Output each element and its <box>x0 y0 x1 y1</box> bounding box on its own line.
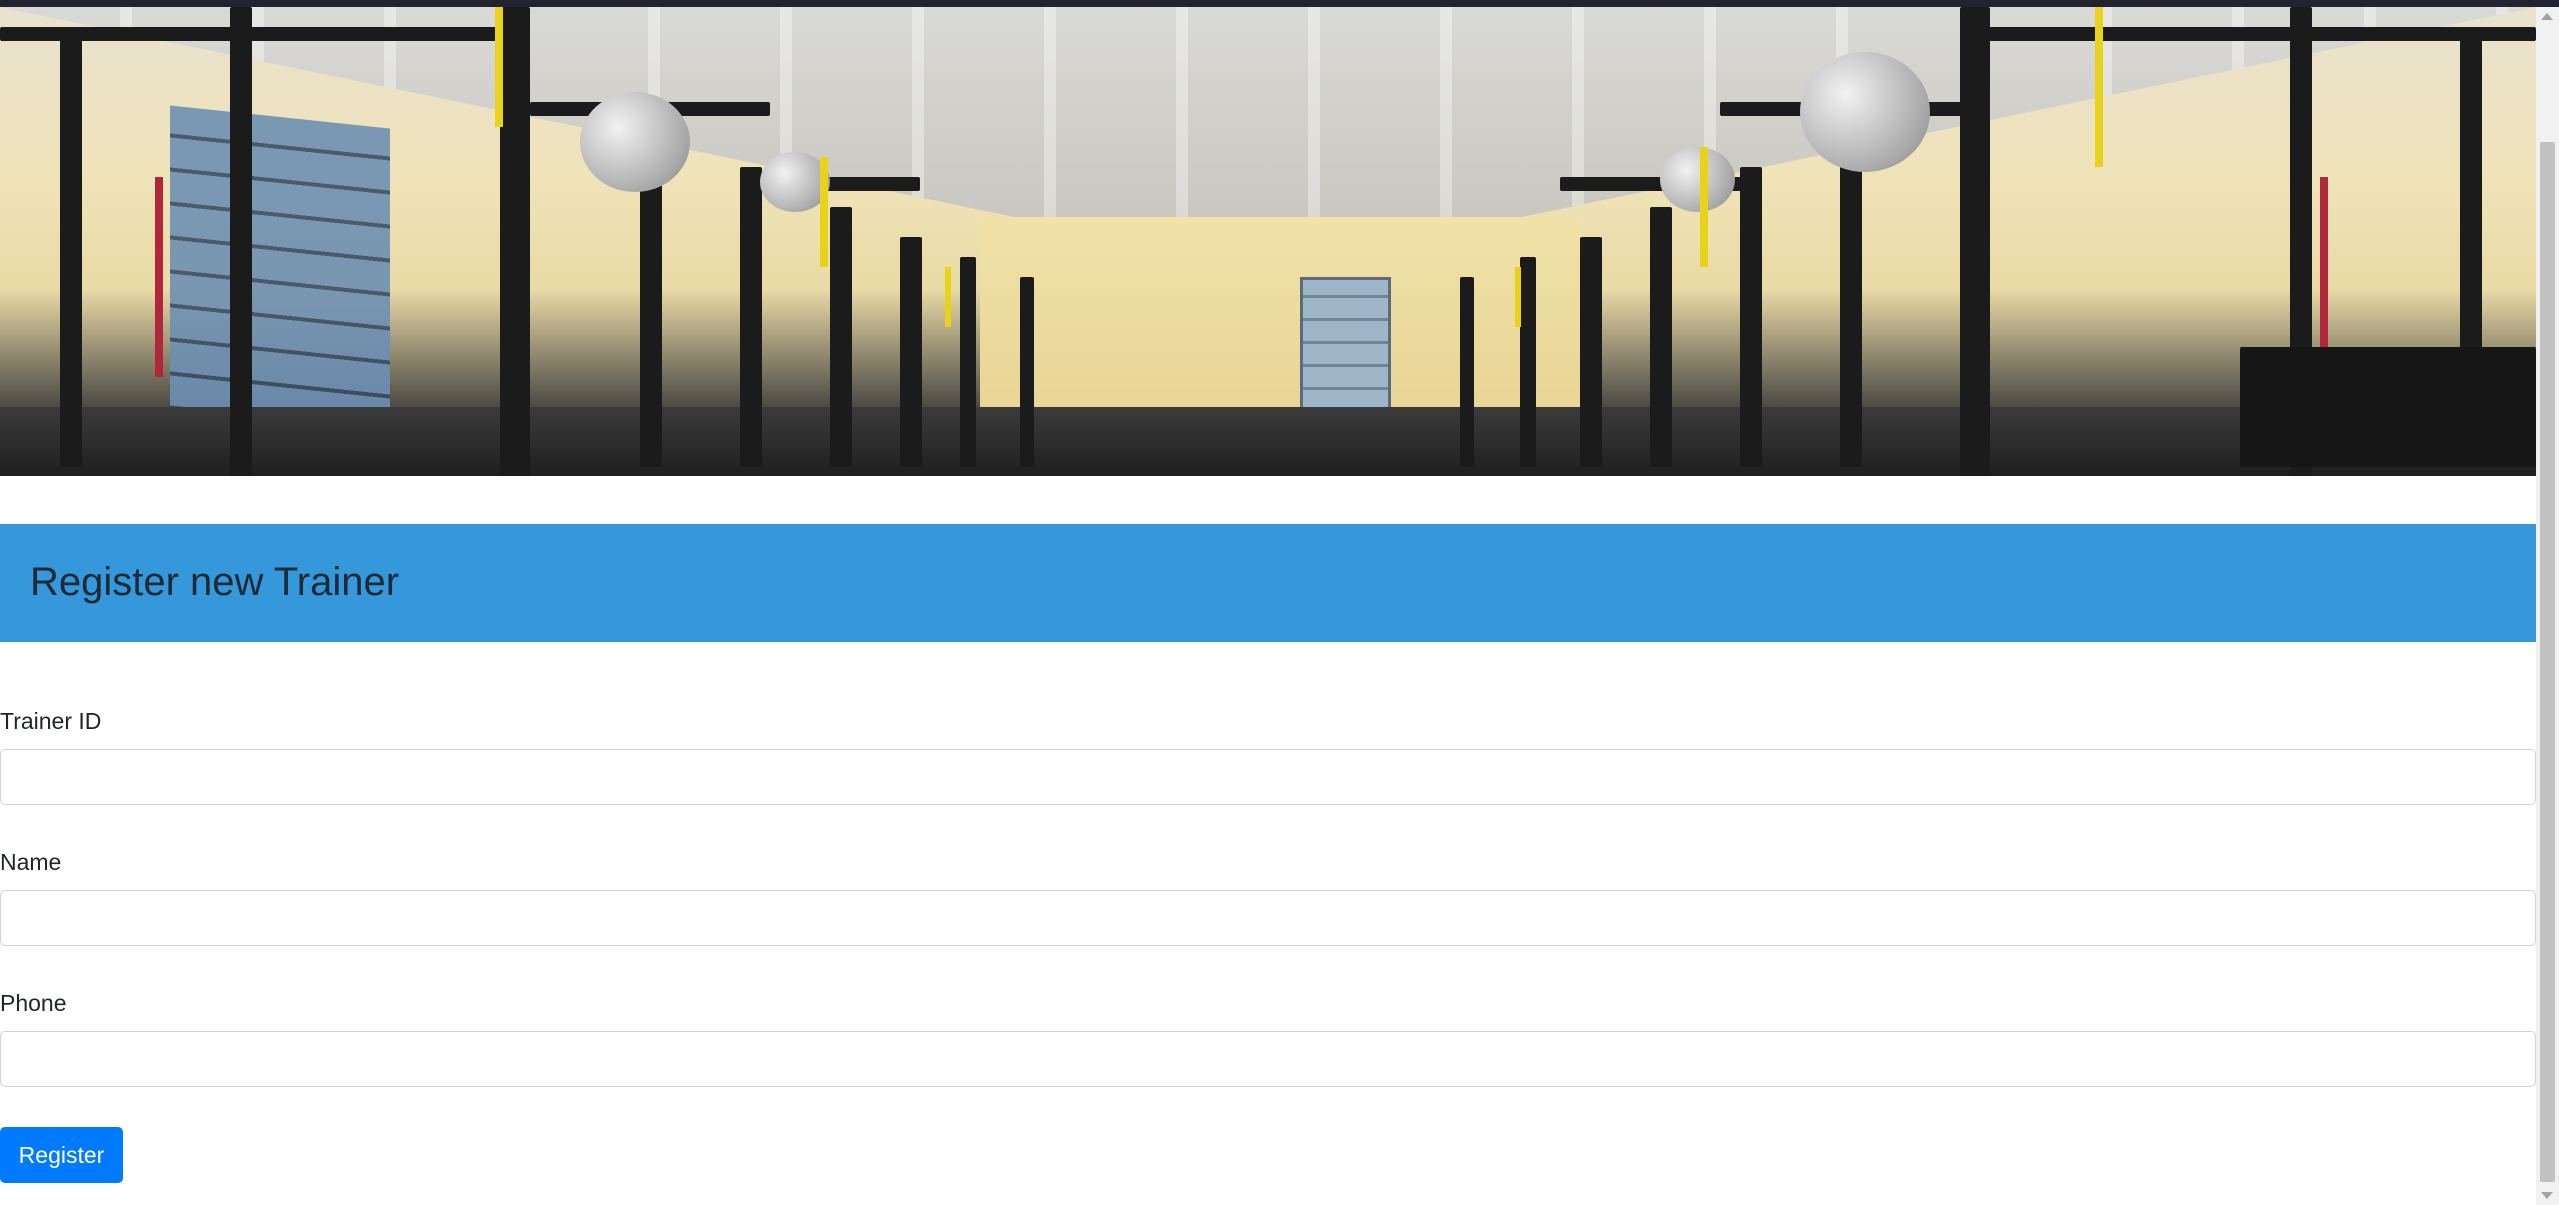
scroll-down-icon[interactable] <box>2541 1192 2553 1199</box>
rack-post <box>230 7 252 476</box>
rack-post <box>1520 257 1536 467</box>
scroll-up-icon[interactable] <box>2541 13 2553 20</box>
name-label: Name <box>0 849 62 875</box>
rack-post <box>960 257 976 467</box>
phone-input[interactable] <box>0 1031 2536 1087</box>
red-band <box>155 177 163 377</box>
rack-post <box>500 7 530 476</box>
exercise-ball <box>1800 52 1930 172</box>
hero-floor <box>0 407 2536 476</box>
rack-post <box>1960 7 1990 476</box>
trainer-id-input[interactable] <box>0 749 2536 805</box>
rack-post <box>1460 277 1474 467</box>
rack-beam <box>1980 27 2536 41</box>
page-header-bar: Register new Trainer <box>0 524 2536 642</box>
yellow-strap <box>1515 267 1521 327</box>
rack-post <box>60 27 82 467</box>
equipment-bench <box>2240 347 2536 467</box>
rack-post <box>740 167 762 467</box>
register-button[interactable]: Register <box>0 1127 123 1183</box>
name-input[interactable] <box>0 890 2536 946</box>
rack-post <box>830 207 852 467</box>
rack-post <box>900 237 922 467</box>
hero-back-window <box>1300 277 1391 413</box>
rack-post <box>1740 167 1762 467</box>
exercise-ball <box>580 92 690 192</box>
rack-post <box>1020 277 1034 467</box>
yellow-strap <box>2095 7 2103 167</box>
browser-top-bar <box>0 0 2559 7</box>
yellow-strap <box>1700 147 1708 267</box>
hero-gym-image <box>0 7 2536 476</box>
yellow-strap <box>945 267 951 327</box>
phone-label: Phone <box>0 990 67 1016</box>
page: Register new Trainer Trainer ID Name Pho… <box>0 7 2536 1205</box>
exercise-ball <box>1660 147 1735 212</box>
vertical-scrollbar[interactable] <box>2536 7 2559 1205</box>
rack-post <box>1580 237 1602 467</box>
hero-left-window <box>170 105 390 429</box>
scrollbar-thumb[interactable] <box>2540 142 2555 1182</box>
yellow-strap <box>495 7 503 127</box>
trainer-id-label: Trainer ID <box>0 708 102 734</box>
page-title: Register new Trainer <box>30 560 400 604</box>
yellow-strap <box>820 157 828 267</box>
rack-beam <box>0 27 520 41</box>
rack-post <box>1650 207 1672 467</box>
